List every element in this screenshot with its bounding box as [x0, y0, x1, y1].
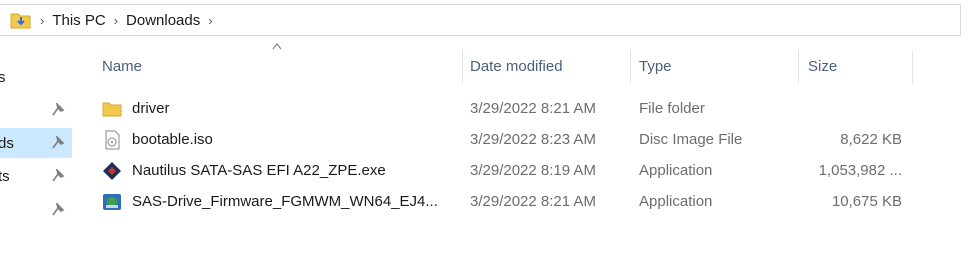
pin-icon[interactable] [52, 103, 66, 117]
column-divider[interactable] [798, 50, 799, 84]
disc-image-icon [105, 130, 120, 150]
column-header-date-modified[interactable]: Date modified [470, 46, 630, 86]
file-type: Application [639, 193, 713, 210]
file-date: 3/29/2022 8:21 AM [470, 193, 596, 210]
chevron-right-icon[interactable]: › [114, 13, 118, 28]
column-headers: Name Date modified Type Size [92, 43, 922, 86]
column-header-name[interactable]: Name [102, 46, 462, 86]
nautilus-app-icon [103, 162, 121, 180]
firmware-app-icon [103, 194, 121, 210]
nav-item-label: ds [0, 134, 14, 152]
file-date: 3/29/2022 8:21 AM [470, 100, 596, 117]
downloads-folder-icon [10, 10, 32, 30]
file-size: 8,622 KB [840, 131, 902, 148]
file-name: SAS-Drive_Firmware_FGMWM_WN64_EJ4... [132, 193, 438, 210]
file-type: File folder [639, 100, 705, 117]
file-row[interactable]: driver 3/29/2022 8:21 AM File folder [92, 93, 912, 124]
file-type: Application [639, 162, 713, 179]
nav-item-label: s [0, 68, 6, 86]
file-row[interactable]: SAS-Drive_Firmware_FGMWM_WN64_EJ4... 3/2… [92, 186, 912, 217]
column-header-type[interactable]: Type [639, 46, 799, 86]
nav-item-downloads[interactable]: ds [0, 128, 72, 158]
pin-icon[interactable] [52, 169, 66, 183]
pin-icon[interactable] [52, 136, 66, 150]
nav-item-label: ts [0, 167, 10, 185]
file-name: bootable.iso [132, 131, 213, 148]
chevron-right-icon[interactable]: › [208, 13, 212, 28]
file-size [808, 93, 902, 124]
nav-item[interactable] [0, 95, 72, 125]
nav-item[interactable]: s [0, 62, 72, 92]
navigation-pane: s ds ts [0, 40, 72, 267]
file-name: driver [132, 100, 170, 117]
column-divider[interactable] [630, 50, 631, 84]
column-divider[interactable] [912, 50, 913, 84]
breadcrumb-this-pc[interactable]: This PC [52, 12, 105, 29]
file-row[interactable]: Nautilus SATA-SAS EFI A22_ZPE.exe 3/29/2… [92, 155, 912, 186]
file-type: Disc Image File [639, 131, 743, 148]
file-row[interactable]: bootable.iso 3/29/2022 8:23 AM Disc Imag… [92, 124, 912, 155]
file-size: 1,053,982 ... [818, 162, 902, 179]
folder-icon [102, 102, 122, 117]
column-divider[interactable] [462, 50, 463, 84]
file-name: Nautilus SATA-SAS EFI A22_ZPE.exe [132, 162, 386, 179]
nav-item[interactable]: ts [0, 161, 72, 191]
chevron-right-icon[interactable]: › [40, 13, 44, 28]
breadcrumb-downloads[interactable]: Downloads [126, 12, 200, 29]
pin-icon[interactable] [52, 203, 66, 217]
file-size: 10,675 KB [831, 193, 902, 210]
address-bar[interactable]: › This PC › Downloads › [0, 4, 961, 36]
file-date: 3/29/2022 8:23 AM [470, 131, 596, 148]
file-date: 3/29/2022 8:19 AM [470, 162, 596, 179]
nav-item[interactable] [0, 195, 72, 225]
column-header-size[interactable]: Size [808, 46, 908, 86]
